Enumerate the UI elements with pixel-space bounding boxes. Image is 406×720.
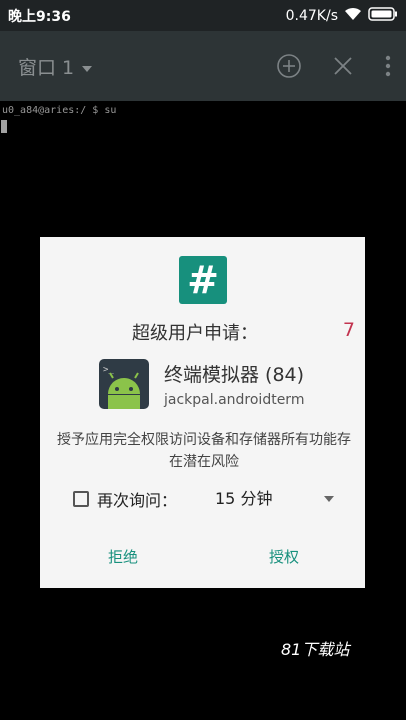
duration-select[interactable]: 15 分钟: [215, 487, 272, 511]
window-title: 窗口 1: [18, 56, 75, 79]
svg-text:>_: >_: [103, 365, 114, 375]
android-terminal-app-icon: >_: [98, 358, 150, 410]
app-name: 终端模拟器 (84): [164, 364, 305, 386]
ask-again-toggle[interactable]: 再次询问：: [73, 487, 177, 511]
more-button[interactable]: [370, 39, 406, 93]
status-right: 0.47K/s: [285, 6, 398, 25]
terminal-toolbar: 窗口 1: [0, 31, 406, 101]
deny-button[interactable]: 拒绝: [90, 539, 156, 573]
request-count: 7: [342, 319, 355, 341]
toolbar-actions: [262, 31, 406, 101]
grant-button[interactable]: 授权: [251, 539, 317, 573]
battery-icon: [368, 6, 398, 25]
dropdown-arrow-icon[interactable]: [324, 496, 334, 502]
window-selector[interactable]: 窗口 1: [18, 53, 93, 80]
close-window-button[interactable]: [316, 39, 370, 93]
add-window-icon: [277, 54, 301, 78]
more-icon: [385, 55, 391, 77]
hash-icon: #: [179, 256, 227, 304]
add-window-button[interactable]: [262, 39, 316, 93]
permission-description: 授予应用完全权限访问设备和存储器所有功能存在潜在风险: [57, 432, 351, 470]
ask-again-checkbox[interactable]: [73, 491, 89, 507]
close-window-icon: [334, 57, 352, 75]
status-time: 晚上9:36: [8, 8, 71, 25]
ask-again-label: 再次询问：: [97, 491, 178, 510]
superuser-request-dialog: # 超级用户申请： 7 >_ 终端模拟器 (84) jackpal.androi…: [40, 237, 365, 588]
app-package: jackpal.androidterm: [164, 392, 305, 408]
wifi-icon: [344, 7, 362, 25]
chevron-down-icon: [82, 66, 93, 72]
request-label: 超级用户申请：: [132, 323, 258, 344]
watermark: 81下载站: [281, 640, 350, 659]
status-bar: 晚上9:36 0.47K/s: [0, 0, 406, 31]
network-speed: 0.47K/s: [285, 7, 338, 24]
